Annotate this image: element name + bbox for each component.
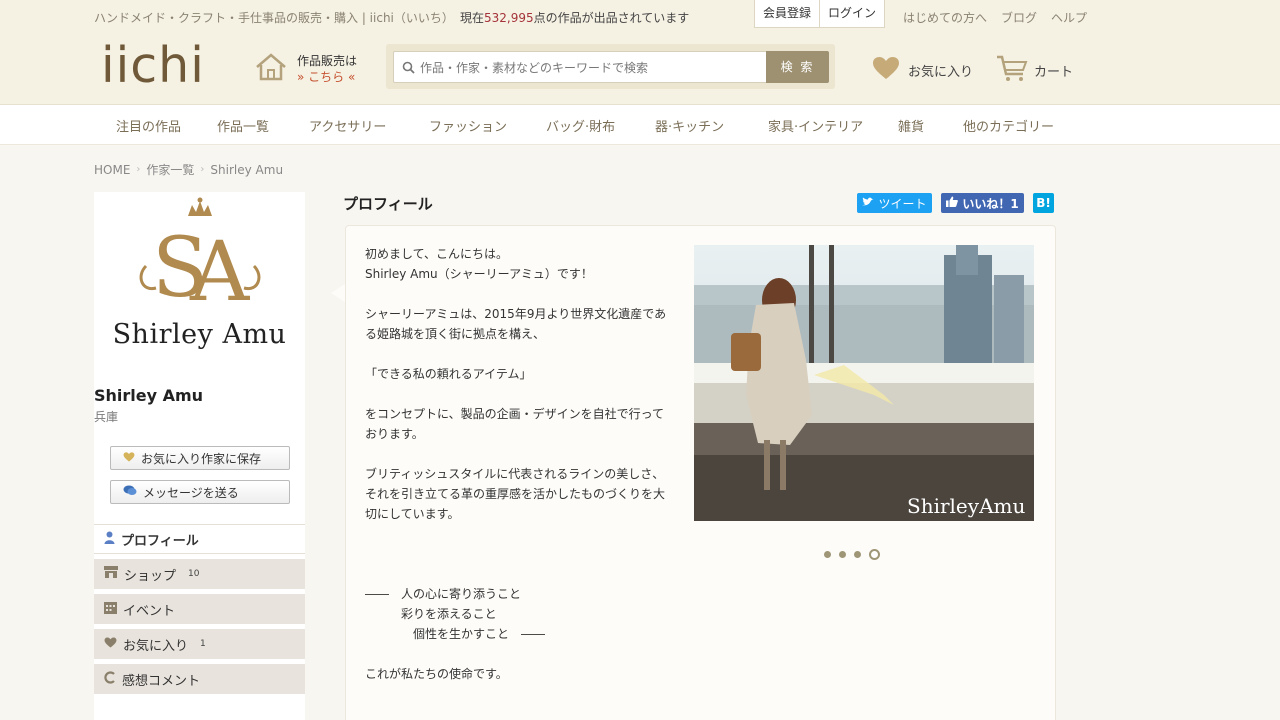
- panel-pointer: [331, 284, 345, 302]
- profile-paragraph: ブリティッシュスタイルに代表されるラインの美しさ、 それを引き立てる革の重厚感を…: [365, 467, 666, 521]
- like-label: いいね！1: [962, 196, 1019, 211]
- profile-paragraph: をコンセプトに、製品の企画・デザインを自社で行って おります。: [365, 407, 665, 441]
- send-message-button[interactable]: メッセージを送る: [110, 480, 290, 504]
- nav-featured[interactable]: 注目の作品: [116, 116, 181, 135]
- stat-number: 532,995: [484, 11, 534, 25]
- sidebar-item-label: イベント: [123, 603, 176, 619]
- nav-items[interactable]: 作品一覧: [217, 116, 269, 135]
- category-nav: 注目の作品 作品一覧 アクセサリー ファッション バッグ·財布 器·キッチン 家…: [0, 105, 1280, 145]
- chevron-right-icon: ›: [200, 164, 205, 175]
- sell-line1: 作品販売は: [297, 53, 358, 68]
- site-header: ハンドメイド・クラフト・手仕事品の販売・購入 | iichi（いいち） 現在53…: [0, 0, 1280, 105]
- profile-paragraph: 初めまして、こんにちは。 Shirley Amu（シャーリーアミュ）です！: [365, 247, 593, 281]
- artist-name: Shirley Amu: [94, 386, 204, 405]
- home-icon: [254, 52, 288, 85]
- chevron-right-icon: ›: [136, 164, 141, 175]
- carousel-dot-active[interactable]: [869, 549, 880, 560]
- comment-icon: [104, 670, 116, 688]
- carousel-dot[interactable]: [824, 551, 831, 558]
- favorites-label: お気に入り: [908, 64, 974, 80]
- nav-kitchen[interactable]: 器·キッチン: [655, 116, 724, 135]
- account-links: 会員登録 ログイン: [754, 0, 886, 28]
- profile-paragraph: これが私たちの使命です。: [365, 667, 508, 681]
- favorites-count: 1: [200, 639, 206, 649]
- calendar-icon: [104, 601, 117, 618]
- breadcrumb-artists[interactable]: 作家一覧: [146, 161, 194, 178]
- sidebar-item-events[interactable]: イベント: [94, 594, 305, 624]
- heart-icon: [123, 451, 135, 465]
- artist-sidebar: S A Shirley Amu Shirley Amu 兵庫 お気に入り作家に保…: [94, 192, 305, 720]
- photo-caption: ShirleyAmu: [907, 494, 1025, 518]
- chat-bubble-icon: [123, 485, 137, 499]
- tweet-button[interactable]: ツイート: [857, 193, 932, 213]
- stat-prefix: 現在: [460, 11, 485, 25]
- carousel-dots: [824, 549, 880, 560]
- hatena-bookmark-button[interactable]: B!: [1033, 193, 1054, 213]
- nav-bags[interactable]: バッグ·財布: [546, 116, 615, 135]
- favorites-link[interactable]: お気に入り: [872, 56, 973, 84]
- cart-link[interactable]: カート: [996, 54, 1073, 86]
- heart-icon: [104, 636, 117, 652]
- page-title: プロフィール: [343, 195, 433, 213]
- artist-prefecture: 兵庫: [94, 410, 119, 424]
- thumbs-up-icon: [946, 196, 959, 210]
- top-links: はじめての方へ ブログ ヘルプ: [903, 9, 1087, 26]
- carousel-dot[interactable]: [839, 551, 846, 558]
- stat-suffix: 点の作品が出品されています: [533, 11, 690, 25]
- search-button[interactable]: 検 索: [766, 51, 829, 83]
- login-link[interactable]: ログイン: [820, 0, 884, 27]
- breadcrumb-current: Shirley Amu: [210, 162, 284, 177]
- search-placeholder: 作品・作家・素材などのキーワードで検索: [420, 60, 649, 75]
- carousel-dot[interactable]: [854, 551, 861, 558]
- sidebar-item-profile[interactable]: プロフィール: [94, 524, 305, 554]
- tweet-label: ツイート: [878, 196, 927, 211]
- blog-link[interactable]: ブログ: [1001, 9, 1037, 26]
- sidebar-item-shop[interactable]: ショップ 10: [94, 559, 305, 589]
- nav-goods[interactable]: 雑貨: [898, 116, 924, 135]
- beginner-link[interactable]: はじめての方へ: [903, 9, 987, 26]
- brand-monogram-logo: S A: [139, 197, 261, 314]
- artist-avatar: S A Shirley Amu: [94, 192, 305, 368]
- cart-label: カート: [1034, 64, 1074, 80]
- sidebar-item-label: お気に入り: [123, 638, 189, 654]
- svg-text:A: A: [189, 225, 251, 314]
- heart-icon: [872, 56, 900, 84]
- profile-paragraph: シャーリーアミュは、2015年9月より世界文化遺産であ る姫路城を頂く街に拠点を…: [365, 307, 667, 341]
- breadcrumb: HOME › 作家一覧 › Shirley Amu: [94, 161, 283, 178]
- nav-fashion[interactable]: ファッション: [429, 116, 507, 135]
- sidebar-item-label: ショップ: [124, 568, 177, 584]
- site-tagline: ハンドメイド・クラフト・手仕事品の販売・購入 | iichi（いいち）: [94, 11, 454, 25]
- profile-photo[interactable]: ShirleyAmu: [694, 245, 1034, 521]
- nav-furniture[interactable]: 家具·インテリア: [768, 116, 863, 135]
- send-message-label: メッセージを送る: [143, 485, 239, 500]
- sidebar-item-label: 感想コメント: [122, 673, 201, 689]
- nav-accessories[interactable]: アクセサリー: [309, 116, 386, 135]
- register-link[interactable]: 会員登録: [755, 0, 821, 27]
- bird-icon: [862, 196, 874, 210]
- facebook-like-button[interactable]: いいね！1: [941, 193, 1024, 213]
- search-input[interactable]: 作品・作家・素材などのキーワードで検索: [393, 51, 768, 83]
- shop-count: 10: [188, 569, 200, 579]
- save-favorite-label: お気に入り作家に保存: [141, 451, 262, 466]
- cart-icon: [996, 54, 1028, 86]
- profile-paragraph: 「できる私の頼れるアイテム」: [365, 367, 532, 381]
- nav-other[interactable]: 他のカテゴリー: [963, 116, 1054, 135]
- profile-paragraph: ―― 人の心に寄り添うこと 彩りを添えること 個性を生かすこと ――: [365, 587, 546, 641]
- breadcrumb-home[interactable]: HOME: [94, 163, 130, 177]
- listing-count: 現在532,995点の作品が出品されています: [460, 9, 689, 26]
- store-icon: [104, 566, 118, 582]
- person-icon: [104, 531, 115, 548]
- sidebar-item-label: プロフィール: [121, 533, 199, 549]
- sidebar-item-comments[interactable]: 感想コメント: [94, 664, 305, 694]
- save-favorite-button[interactable]: お気に入り作家に保存: [110, 446, 290, 470]
- search-bar: 作品・作家・素材などのキーワードで検索 検 索: [386, 44, 835, 89]
- sidebar-item-favorites[interactable]: お気に入り 1: [94, 629, 305, 659]
- help-link[interactable]: ヘルプ: [1051, 9, 1087, 26]
- brand-wordmark: Shirley Amu: [112, 319, 287, 350]
- search-icon: [402, 61, 415, 74]
- sell-cta[interactable]: 作品販売は » こちら «: [254, 52, 357, 85]
- sell-line2[interactable]: » こちら «: [297, 69, 357, 85]
- site-logo[interactable]: iichi: [101, 36, 205, 96]
